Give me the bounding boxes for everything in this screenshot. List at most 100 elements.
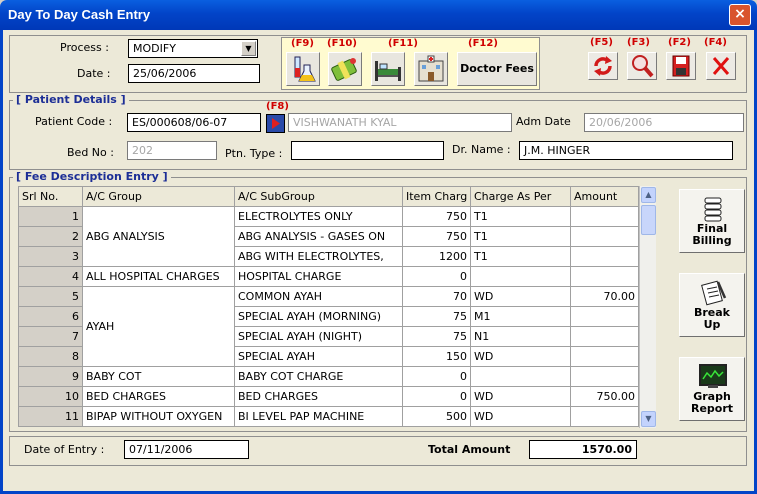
- date-label: Date :: [77, 67, 111, 80]
- amount-cell[interactable]: 750.00: [570, 386, 639, 407]
- charge-as-per-cell[interactable]: T1: [470, 226, 571, 247]
- chevron-down-icon[interactable]: ▼: [241, 41, 256, 56]
- hospital-bed-icon: [375, 61, 401, 81]
- date-field[interactable]: 25/06/2006: [128, 64, 260, 83]
- charge-as-per-cell[interactable]: WD: [470, 406, 571, 427]
- search-button[interactable]: [627, 52, 657, 80]
- group-cell[interactable]: BIPAP WITHOUT OXYGEN: [82, 406, 235, 427]
- amount-cell[interactable]: [570, 366, 639, 387]
- scroll-down-icon[interactable]: ▼: [641, 411, 656, 427]
- subgroup-cell[interactable]: BED CHARGES: [234, 386, 403, 407]
- dr-name-field[interactable]: J.M. HINGER: [519, 141, 733, 160]
- hospital-button[interactable]: [414, 52, 448, 86]
- patient-code-field[interactable]: ES/000608/06-07: [127, 113, 261, 132]
- table-row[interactable]: 5 AYAH COMMON AYAH 70 WD 70.00: [18, 286, 639, 367]
- lab-test-button[interactable]: [286, 52, 320, 86]
- charge-as-per-cell[interactable]: WD: [470, 346, 571, 367]
- f8-key-label: (F8): [266, 101, 289, 112]
- charge-as-per-cell[interactable]: T1: [470, 246, 571, 267]
- column-header-charge-as-per[interactable]: Charge As Per: [470, 186, 571, 207]
- subgroup-cell[interactable]: SPECIAL AYAH: [234, 346, 403, 367]
- subgroup-cell[interactable]: ELECTROLYTES ONLY: [234, 206, 403, 227]
- row-number: 10: [18, 386, 83, 407]
- item-charge-cell[interactable]: 0: [402, 386, 471, 407]
- subgroup-cell[interactable]: BI LEVEL PAP MACHINE: [234, 406, 403, 427]
- table-row[interactable]: 10 BED CHARGES BED CHARGES 0 WD 750.00: [18, 386, 639, 407]
- date-of-entry-field[interactable]: 07/11/2006: [124, 440, 249, 459]
- amount-cell[interactable]: [570, 246, 639, 267]
- subgroup-cell[interactable]: BABY COT CHARGE: [234, 366, 403, 387]
- charge-as-per-cell[interactable]: M1: [470, 306, 571, 327]
- graph-report-button[interactable]: Graph Report: [679, 357, 745, 421]
- break-up-button[interactable]: Break Up: [679, 273, 745, 337]
- group-cell[interactable]: BED CHARGES: [82, 386, 235, 407]
- group-cell[interactable]: AYAH: [82, 286, 235, 367]
- item-charge-cell[interactable]: 70: [402, 286, 471, 307]
- amount-cell[interactable]: [570, 406, 639, 427]
- charge-as-per-cell[interactable]: [470, 266, 571, 287]
- save-button[interactable]: [666, 52, 696, 80]
- subgroup-cell[interactable]: SPECIAL AYAH (MORNING): [234, 306, 403, 327]
- save-icon: [672, 55, 690, 77]
- row-number: 11: [18, 406, 83, 427]
- item-charge-cell[interactable]: 75: [402, 326, 471, 347]
- final-billing-label-line2: Billing: [692, 234, 732, 247]
- item-charge-cell[interactable]: 0: [402, 366, 471, 387]
- subgroup-cell[interactable]: HOSPITAL CHARGE: [234, 266, 403, 287]
- scroll-up-icon[interactable]: ▲: [641, 187, 656, 203]
- group-cell[interactable]: ALL HOSPITAL CHARGES: [82, 266, 235, 287]
- item-charge-cell[interactable]: 1200: [402, 246, 471, 267]
- item-charge-cell[interactable]: 75: [402, 306, 471, 327]
- table-row[interactable]: 1 ABG ANALYSIS ELECTROLYTES ONLY 750 T1: [18, 206, 639, 267]
- amount-cell[interactable]: [570, 326, 639, 347]
- cancel-button[interactable]: [706, 52, 736, 80]
- table-row[interactable]: 4 ALL HOSPITAL CHARGES HOSPITAL CHARGE 0: [18, 266, 639, 287]
- item-charge-cell[interactable]: 750: [402, 226, 471, 247]
- f11-key-label: (F11): [388, 38, 418, 49]
- item-charge-cell[interactable]: 150: [402, 346, 471, 367]
- medicine-icon: [331, 58, 357, 81]
- subgroup-cell[interactable]: ABG WITH ELECTROLYTES,: [234, 246, 403, 267]
- item-charge-cell[interactable]: 750: [402, 206, 471, 227]
- group-cell[interactable]: ABG ANALYSIS: [82, 206, 235, 267]
- table-row[interactable]: 9 BABY COT BABY COT CHARGE 0: [18, 366, 639, 387]
- window-close-button[interactable]: ×: [729, 4, 751, 26]
- charge-as-per-cell[interactable]: N1: [470, 326, 571, 347]
- column-header-srl[interactable]: Srl No.: [18, 186, 83, 207]
- amount-cell[interactable]: [570, 226, 639, 247]
- charge-as-per-cell[interactable]: WD: [470, 386, 571, 407]
- amount-cell[interactable]: [570, 346, 639, 367]
- column-header-amount[interactable]: Amount: [570, 186, 639, 207]
- group-cell[interactable]: BABY COT: [82, 366, 235, 387]
- amount-cell[interactable]: [570, 266, 639, 287]
- column-header-item-charge[interactable]: Item Charg: [402, 186, 471, 207]
- medicine-button[interactable]: [328, 52, 362, 86]
- amount-cell[interactable]: 70.00: [570, 286, 639, 307]
- column-header-subgroup[interactable]: A/C SubGroup: [234, 186, 403, 207]
- grid-vertical-scrollbar[interactable]: ▲ ▼: [639, 186, 656, 428]
- charge-as-per-cell[interactable]: [470, 366, 571, 387]
- f10-key-label: (F10): [327, 38, 357, 49]
- bed-button[interactable]: [371, 52, 405, 86]
- doctor-fees-button[interactable]: Doctor Fees: [457, 52, 537, 86]
- final-billing-button[interactable]: Final Billing: [679, 189, 745, 253]
- patient-lookup-button[interactable]: [266, 114, 285, 133]
- charge-as-per-cell[interactable]: WD: [470, 286, 571, 307]
- charge-as-per-cell[interactable]: T1: [470, 206, 571, 227]
- subgroup-cell[interactable]: SPECIAL AYAH (NIGHT): [234, 326, 403, 347]
- subgroup-cell[interactable]: ABG ANALYSIS - GASES ON: [234, 226, 403, 247]
- process-select[interactable]: MODIFY ▼: [128, 39, 258, 58]
- scroll-thumb[interactable]: [641, 205, 656, 235]
- item-charge-cell[interactable]: 0: [402, 266, 471, 287]
- close-icon: [712, 57, 730, 75]
- refresh-button[interactable]: [588, 52, 618, 80]
- table-row[interactable]: 11 BIPAP WITHOUT OXYGEN BI LEVEL PAP MAC…: [18, 406, 639, 427]
- amount-cell[interactable]: [570, 306, 639, 327]
- ptn-type-field[interactable]: [291, 141, 444, 160]
- column-header-group[interactable]: A/C Group: [82, 186, 235, 207]
- item-charge-cell[interactable]: 500: [402, 406, 471, 427]
- subgroup-cell[interactable]: COMMON AYAH: [234, 286, 403, 307]
- amount-cell[interactable]: [570, 206, 639, 227]
- graph-report-label-line2: Report: [690, 402, 734, 415]
- fee-grid: Srl No. A/C Group A/C SubGroup Item Char…: [18, 186, 639, 427]
